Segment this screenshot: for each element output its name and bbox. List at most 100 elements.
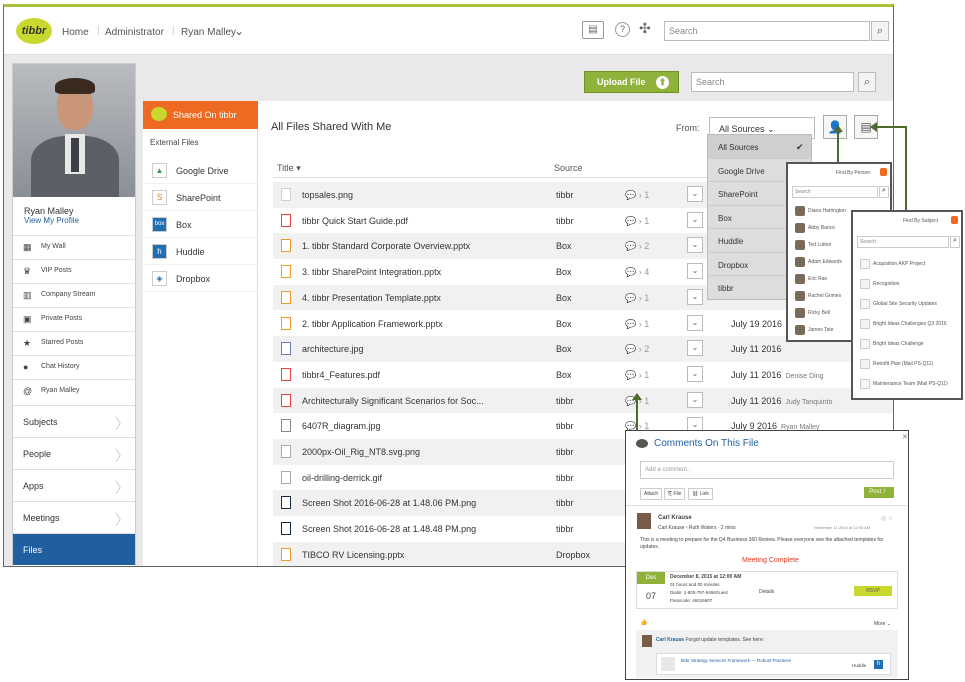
file-name[interactable]: architecture.jpg — [302, 344, 364, 354]
view-profile-link[interactable]: View My Profile — [24, 216, 79, 225]
comment-input[interactable]: Add a comment.. — [640, 461, 894, 479]
meeting-details[interactable]: Details — [759, 589, 774, 595]
row-menu-chevron-icon[interactable]: ⌄ — [687, 391, 703, 408]
attach-file-button[interactable]: ⎘ File — [664, 488, 686, 500]
row-menu-chevron-icon[interactable]: ⌄ — [687, 365, 703, 382]
avatar[interactable] — [637, 513, 651, 529]
comment-count[interactable]: 💬 › 1 — [625, 190, 649, 201]
nav-user[interactable]: Ryan Malley — [181, 27, 236, 38]
search-icon[interactable]: ⌕ — [879, 186, 889, 198]
row-menu-chevron-icon[interactable]: ⌄ — [687, 211, 703, 228]
source-shared-on-tibbr[interactable]: Shared On tibbr — [143, 101, 258, 129]
comment-count[interactable]: 💬 › 1 — [625, 370, 649, 381]
subject-item[interactable]: Acquisition AKP Project — [857, 256, 953, 272]
post-author[interactable]: Carl Krause — [658, 515, 692, 521]
avatar[interactable] — [642, 635, 652, 647]
file-name[interactable]: Screen Shot 2016-06-28 at 1.48.06 PM.png — [302, 498, 476, 508]
comment-count[interactable]: 💬 › 1 — [625, 216, 649, 227]
upload-file-button[interactable]: Upload File ⬆ — [584, 71, 679, 93]
menu-company-stream[interactable]: ▥ Company Stream — [13, 283, 135, 307]
file-source: tibbr — [556, 524, 574, 535]
subject-item[interactable]: Recognition — [857, 276, 953, 292]
section-people[interactable]: People 〉 — [13, 437, 135, 469]
row-menu-chevron-icon[interactable]: ⌄ — [687, 288, 703, 305]
comment-count[interactable]: 💬 › 2 — [625, 344, 649, 355]
subject-item[interactable]: Global Site Security Updates — [857, 296, 953, 312]
row-menu-chevron-icon[interactable]: ⌄ — [687, 263, 703, 280]
search-icon[interactable]: ⌕ — [871, 21, 889, 41]
file-name[interactable]: 6407R_diagram.jpg — [302, 421, 381, 431]
attachment-card[interactable]: tibbr Strategy Services Framework — Robu… — [656, 653, 891, 675]
file-name[interactable]: Screen Shot 2016-06-28 at 1.48.48 PM.png — [302, 524, 476, 534]
calendar-day: 07 — [645, 591, 656, 601]
file-name[interactable]: 3. tibbr SharePoint Integration.pptx — [302, 267, 441, 277]
section-apps[interactable]: Apps 〉 — [13, 469, 135, 501]
menu-my-wall[interactable]: ▦ My Wall — [13, 235, 135, 259]
nav-home[interactable]: Home — [62, 27, 89, 38]
file-name[interactable]: topsales.png — [302, 190, 353, 200]
menu-chat-history[interactable]: ● Chat History — [13, 355, 135, 379]
dropdown-item[interactable]: All Sources ✔ — [708, 135, 811, 159]
source-box[interactable]: box Box — [143, 211, 258, 238]
file-name[interactable]: 1. tibbr Standard Corporate Overview.ppt… — [302, 241, 470, 251]
source-sharepoint[interactable]: S SharePoint — [143, 184, 258, 211]
menu-vip-posts[interactable]: ♛ VIP Posts — [13, 259, 135, 283]
subject-search-input[interactable]: Search — [857, 236, 949, 248]
attach-link-button[interactable]: ⛓ Link — [688, 488, 713, 500]
comment-count[interactable]: 💬 › 4 — [625, 267, 649, 278]
menu-mentions[interactable]: @ Ryan Malley — [13, 379, 135, 403]
subject-item[interactable]: Maintenance Team (Mail PS-Q11) — [857, 376, 953, 392]
section-meetings[interactable]: Meetings 〉 — [13, 501, 135, 533]
subject-item[interactable]: Retrofit Plan (Mail PS-Q11) — [857, 356, 953, 372]
chevron-down-icon[interactable]: ⌄ — [234, 24, 244, 38]
menu-starred-posts[interactable]: ★ Starred Posts — [13, 331, 135, 355]
more-menu[interactable]: More ⌄ — [874, 621, 891, 627]
source-dropbox[interactable]: ◈ Dropbox — [143, 265, 258, 292]
row-menu-chevron-icon[interactable]: ⌄ — [687, 314, 703, 331]
file-name[interactable]: tibbr Quick Start Guide.pdf — [302, 216, 408, 226]
file-name[interactable]: 4. tibbr Presentation Template.pptx — [302, 293, 441, 303]
close-icon[interactable]: ✕ — [902, 433, 908, 441]
menu-private-posts[interactable]: ▣ Private Posts — [13, 307, 135, 331]
person-search-input[interactable]: Search — [792, 186, 878, 198]
subject-item[interactable]: Bright Ideas Challenges Q3 2016 — [857, 316, 953, 332]
network-icon[interactable]: ✣ — [639, 20, 651, 37]
file-name[interactable]: Architecturally Significant Scenarios fo… — [302, 396, 484, 406]
file-name[interactable]: 2. tibbr Application Framework.pptx — [302, 319, 443, 329]
file-icon — [281, 522, 291, 536]
post-button[interactable]: Post 〉 — [864, 487, 894, 498]
source-huddle[interactable]: h Huddle — [143, 238, 258, 265]
file-name[interactable]: oil-drilling-derrick.gif — [302, 473, 382, 483]
file-name[interactable]: tibbr4_Features.pdf — [302, 370, 380, 380]
section-files[interactable]: Files — [13, 533, 135, 565]
row-menu-chevron-icon[interactable]: ⌄ — [687, 186, 703, 202]
profile-photo[interactable] — [13, 64, 135, 197]
section-subjects[interactable]: Subjects 〉 — [13, 405, 135, 437]
source-google-drive[interactable]: ▲ Google Drive — [143, 157, 258, 184]
rsvp-button[interactable]: RSVP — [854, 586, 892, 596]
search-icon[interactable]: ⌕ — [950, 236, 960, 248]
header-search-input[interactable]: Search — [664, 21, 870, 41]
file-name[interactable]: 2000px-Oil_Rig_NT8.svg.png — [302, 447, 420, 457]
watch-icon[interactable]: ◎ ☆ — [881, 515, 893, 522]
tibbr-logo[interactable]: tibbr — [16, 18, 52, 44]
comment-count[interactable]: 💬 › 1 — [625, 293, 649, 304]
column-source[interactable]: Source — [554, 163, 583, 173]
table-row[interactable]: Architecturally Significant Scenarios fo… — [273, 387, 893, 414]
row-menu-chevron-icon[interactable]: ⌄ — [687, 237, 703, 254]
subject-item[interactable]: Bright Ideas Challenge — [857, 336, 953, 352]
files-search-input[interactable]: Search — [691, 72, 854, 92]
like-icon[interactable]: 👍 — [640, 619, 647, 626]
nav-administrator[interactable]: Administrator — [105, 27, 164, 38]
comment-count[interactable]: 💬 › 2 — [625, 241, 649, 252]
row-menu-chevron-icon[interactable]: ⌄ — [687, 340, 703, 357]
help-icon[interactable]: ? — [615, 22, 630, 37]
column-title[interactable]: Title ▾ — [277, 163, 301, 174]
comment-count[interactable]: 💬 › 1 — [625, 319, 649, 330]
table-row[interactable]: tibbr4_Features.pdf Box 💬 › 1 ⌄ July 11 2016… — [273, 362, 893, 388]
search-icon[interactable]: ⌕ — [858, 72, 876, 92]
files-icon[interactable]: ▤ — [582, 21, 604, 39]
file-icon — [281, 213, 291, 227]
file-name[interactable]: TIBCO RV Licensing.pptx — [302, 550, 404, 560]
attach-button[interactable]: Attach — [640, 488, 663, 500]
